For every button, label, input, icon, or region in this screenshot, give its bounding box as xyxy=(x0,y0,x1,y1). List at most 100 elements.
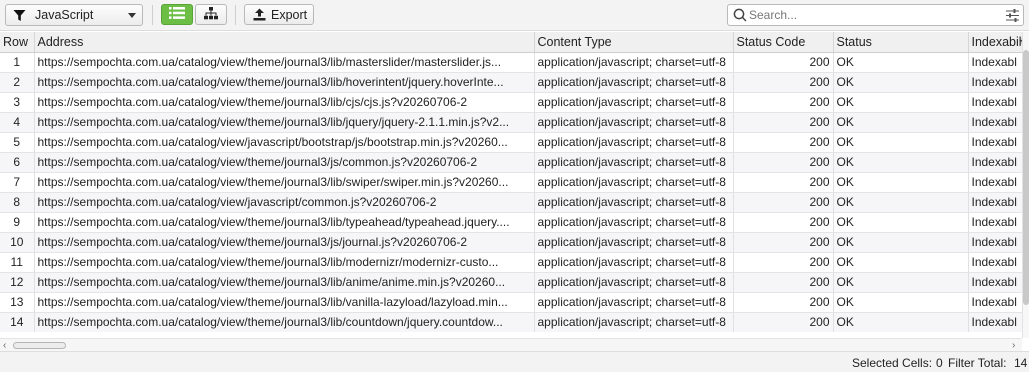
status-code-cell[interactable]: 200 xyxy=(733,192,834,213)
status-cell[interactable]: OK xyxy=(833,52,969,73)
table-row[interactable]: 1 https://sempochta.com.ua/catalog/view/t… xyxy=(0,52,1022,73)
column-header-content-type[interactable]: Content Type xyxy=(534,32,734,53)
status-cell[interactable]: OK xyxy=(833,172,969,193)
status-code-cell[interactable]: 200 xyxy=(733,112,834,133)
indexability-cell[interactable]: Indexabl xyxy=(968,252,1022,273)
status-code-cell[interactable]: 200 xyxy=(733,232,834,253)
status-cell[interactable]: OK xyxy=(833,132,969,153)
indexability-cell[interactable]: Indexabl xyxy=(968,72,1022,93)
address-cell[interactable]: https://sempochta.com.ua/catalog/view/th… xyxy=(34,252,535,273)
export-button[interactable]: Export xyxy=(244,4,314,25)
status-code-cell[interactable]: 200 xyxy=(733,92,834,113)
row-number-cell[interactable]: 11 xyxy=(0,252,35,273)
address-cell[interactable]: https://sempochta.com.ua/catalog/view/th… xyxy=(34,292,535,313)
indexability-cell[interactable]: Indexabl xyxy=(968,52,1022,73)
content-type-cell[interactable]: application/javascript; charset=utf-8 xyxy=(534,272,734,293)
row-number-cell[interactable]: 13 xyxy=(0,292,35,313)
status-cell[interactable]: OK xyxy=(833,292,969,313)
address-cell[interactable]: https://sempochta.com.ua/catalog/view/th… xyxy=(34,52,535,73)
row-number-cell[interactable]: 12 xyxy=(0,272,35,293)
vertical-scrollbar-thumb[interactable] xyxy=(1023,50,1029,305)
table-row[interactable]: 6 https://sempochta.com.ua/catalog/view/t… xyxy=(0,152,1022,173)
row-number-cell[interactable]: 3 xyxy=(0,92,35,113)
indexability-cell[interactable]: Indexabl xyxy=(968,112,1022,133)
status-cell[interactable]: OK xyxy=(833,72,969,93)
horizontal-scrollbar-thumb[interactable] xyxy=(13,342,66,349)
indexability-cell[interactable]: Indexabl xyxy=(968,92,1022,113)
list-view-button[interactable] xyxy=(161,4,193,25)
row-number-cell[interactable]: 5 xyxy=(0,132,35,153)
indexability-cell[interactable]: Indexabl xyxy=(968,292,1022,313)
indexability-cell[interactable]: Indexabl xyxy=(968,152,1022,173)
content-type-cell[interactable]: application/javascript; charset=utf-8 xyxy=(534,72,734,93)
vertical-scrollbar[interactable] xyxy=(1022,32,1029,338)
column-header-row[interactable]: Row xyxy=(0,32,35,53)
table-row[interactable]: 5 https://sempochta.com.ua/catalog/view/j… xyxy=(0,132,1022,153)
status-code-cell[interactable]: 200 xyxy=(733,172,834,193)
content-type-cell[interactable]: application/javascript; charset=utf-8 xyxy=(534,212,734,233)
status-cell[interactable]: OK xyxy=(833,212,969,233)
content-type-cell[interactable]: application/javascript; charset=utf-8 xyxy=(534,312,734,332)
content-type-cell[interactable]: application/javascript; charset=utf-8 xyxy=(534,92,734,113)
indexability-cell[interactable]: Indexabl xyxy=(968,172,1022,193)
row-number-cell[interactable]: 2 xyxy=(0,72,35,93)
status-cell[interactable]: OK xyxy=(833,152,969,173)
content-type-cell[interactable]: application/javascript; charset=utf-8 xyxy=(534,232,734,253)
address-cell[interactable]: https://sempochta.com.ua/catalog/view/ja… xyxy=(34,132,535,153)
row-number-cell[interactable]: 7 xyxy=(0,172,35,193)
indexability-cell[interactable]: Indexabl xyxy=(968,272,1022,293)
search-settings-icon[interactable] xyxy=(1006,9,1019,25)
content-type-cell[interactable]: application/javascript; charset=utf-8 xyxy=(534,152,734,173)
content-type-cell[interactable]: application/javascript; charset=utf-8 xyxy=(534,252,734,273)
status-code-cell[interactable]: 200 xyxy=(733,72,834,93)
table-row[interactable]: 8 https://sempochta.com.ua/catalog/view/j… xyxy=(0,192,1022,213)
indexability-cell[interactable]: Indexabl xyxy=(968,132,1022,153)
status-code-cell[interactable]: 200 xyxy=(733,272,834,293)
row-number-cell[interactable]: 9 xyxy=(0,212,35,233)
indexability-cell[interactable]: Indexabl xyxy=(968,192,1022,213)
row-number-cell[interactable]: 4 xyxy=(0,112,35,133)
chevron-right-icon[interactable]: › xyxy=(1012,340,1015,351)
address-cell[interactable]: https://sempochta.com.ua/catalog/view/th… xyxy=(34,72,535,93)
indexability-cell[interactable]: Indexabl xyxy=(968,232,1022,253)
indexability-cell[interactable]: Indexabl xyxy=(968,312,1022,332)
table-row[interactable]: 12 https://sempochta.com.ua/catalog/view/… xyxy=(0,272,1022,293)
search-input[interactable] xyxy=(749,7,999,23)
status-cell[interactable]: OK xyxy=(833,312,969,332)
status-code-cell[interactable]: 200 xyxy=(733,152,834,173)
table-row[interactable]: 11 https://sempochta.com.ua/catalog/view/… xyxy=(0,252,1022,273)
content-type-cell[interactable]: application/javascript; charset=utf-8 xyxy=(534,192,734,213)
status-code-cell[interactable]: 200 xyxy=(733,52,834,73)
address-cell[interactable]: https://sempochta.com.ua/catalog/view/th… xyxy=(34,312,535,332)
address-cell[interactable]: https://sempochta.com.ua/catalog/view/th… xyxy=(34,232,535,253)
table-row[interactable]: 13 https://sempochta.com.ua/catalog/view/… xyxy=(0,292,1022,313)
status-code-cell[interactable]: 200 xyxy=(733,132,834,153)
table-row[interactable]: 3 https://sempochta.com.ua/catalog/view/t… xyxy=(0,92,1022,113)
status-cell[interactable]: OK xyxy=(833,192,969,213)
row-number-cell[interactable]: 10 xyxy=(0,232,35,253)
horizontal-scrollbar[interactable]: ‹ › xyxy=(0,338,1022,351)
filter-dropdown[interactable]: JavaScript xyxy=(5,4,143,26)
table-row[interactable]: 7 https://sempochta.com.ua/catalog/view/t… xyxy=(0,172,1022,193)
address-cell[interactable]: https://sempochta.com.ua/catalog/view/ja… xyxy=(34,192,535,213)
status-cell[interactable]: OK xyxy=(833,112,969,133)
status-code-cell[interactable]: 200 xyxy=(733,212,834,233)
address-cell[interactable]: https://sempochta.com.ua/catalog/view/th… xyxy=(34,112,535,133)
column-header-status-code[interactable]: Status Code xyxy=(733,32,834,53)
indexability-cell[interactable]: Indexabl xyxy=(968,212,1022,233)
row-number-cell[interactable]: 8 xyxy=(0,192,35,213)
address-cell[interactable]: https://sempochta.com.ua/catalog/view/th… xyxy=(34,212,535,233)
address-cell[interactable]: https://sempochta.com.ua/catalog/view/th… xyxy=(34,92,535,113)
address-cell[interactable]: https://sempochta.com.ua/catalog/view/th… xyxy=(34,172,535,193)
status-cell[interactable]: OK xyxy=(833,252,969,273)
content-type-cell[interactable]: application/javascript; charset=utf-8 xyxy=(534,52,734,73)
address-cell[interactable]: https://sempochta.com.ua/catalog/view/th… xyxy=(34,152,535,173)
content-type-cell[interactable]: application/javascript; charset=utf-8 xyxy=(534,292,734,313)
table-row[interactable]: 14 https://sempochta.com.ua/catalog/view/… xyxy=(0,312,1022,332)
tree-view-button[interactable] xyxy=(195,4,227,25)
chevron-left-icon[interactable]: ‹ xyxy=(3,340,6,351)
column-header-indexability[interactable]: Indexabil xyxy=(968,32,1022,53)
content-type-cell[interactable]: application/javascript; charset=utf-8 xyxy=(534,112,734,133)
status-code-cell[interactable]: 200 xyxy=(733,252,834,273)
column-header-status[interactable]: Status xyxy=(833,32,969,53)
